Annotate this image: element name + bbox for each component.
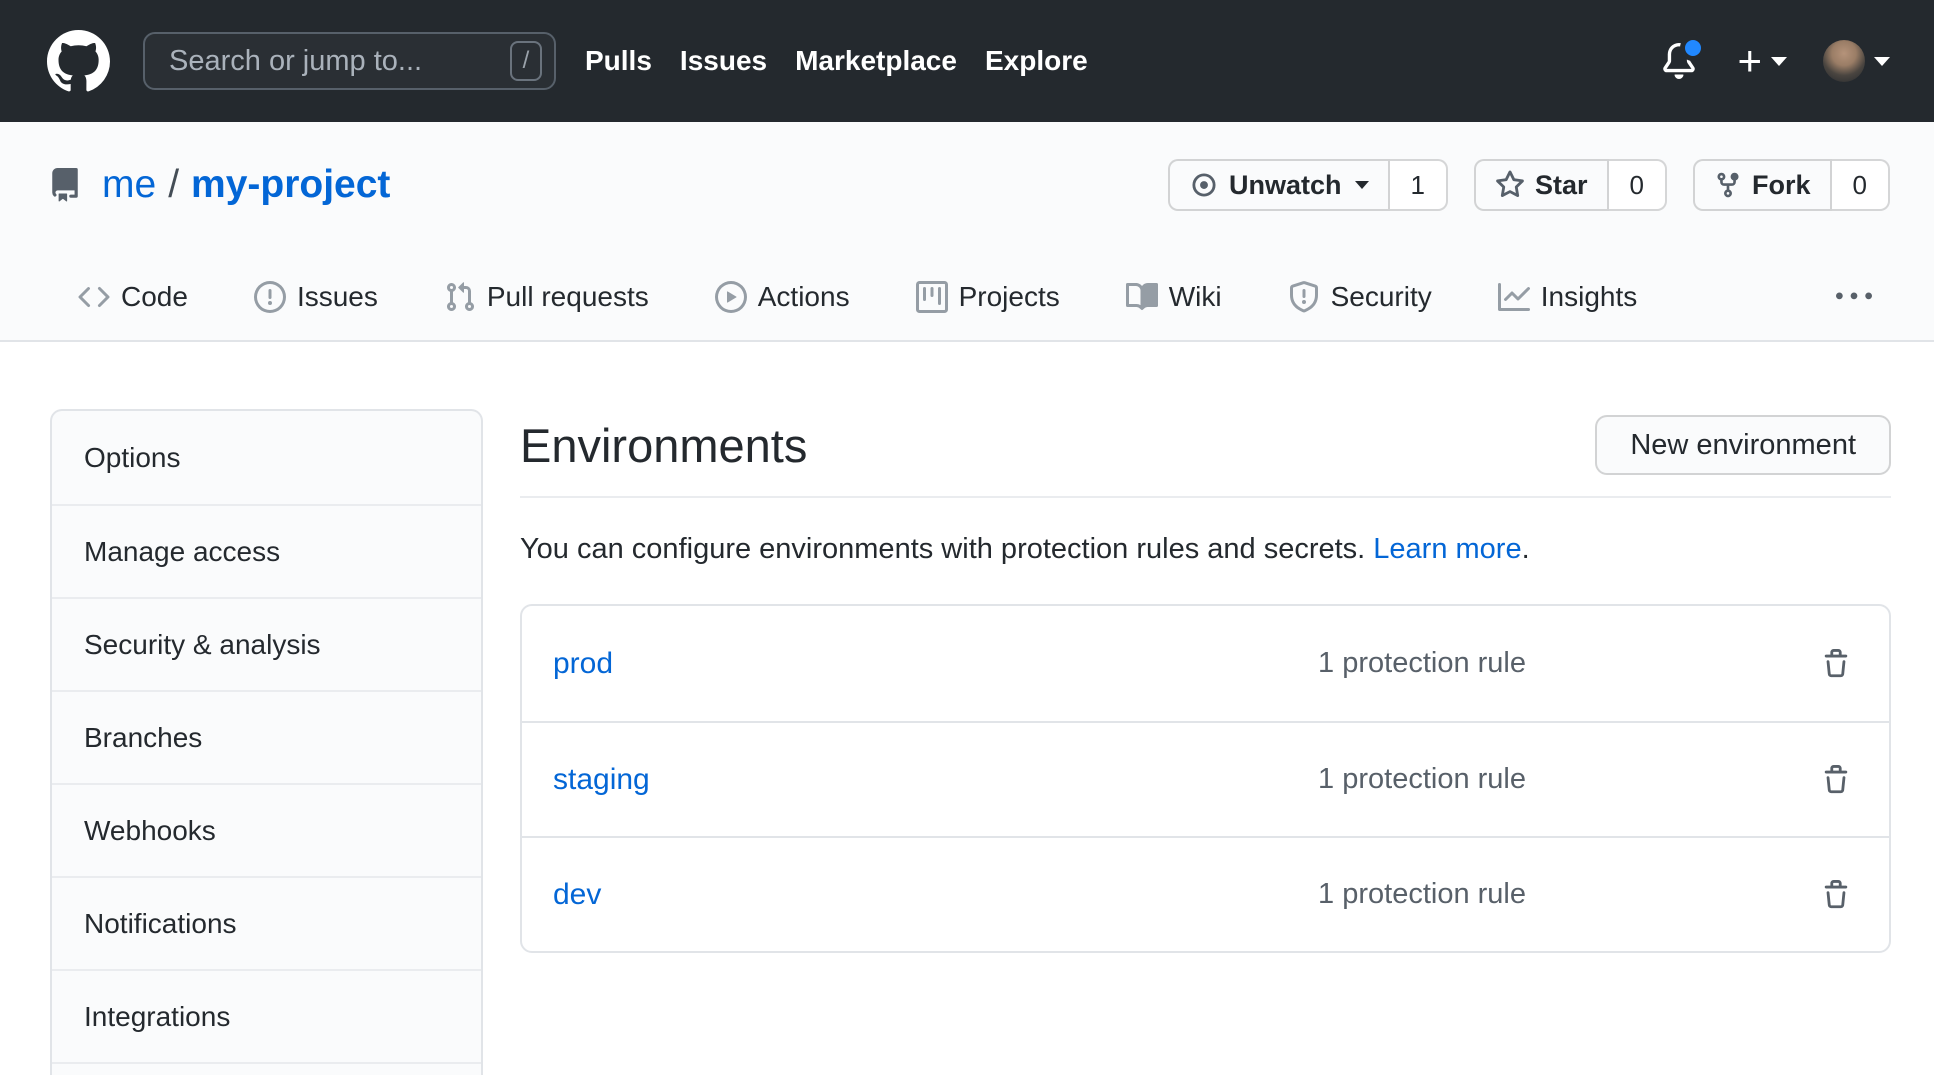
environments-list: prod 1 protection rule staging 1 protect… (520, 604, 1891, 953)
sidebar-item-security-analysis[interactable]: Security & analysis (52, 597, 481, 690)
sidebar-item-notifications[interactable]: Notifications (52, 876, 481, 969)
search-placeholder: Search or jump to... (169, 45, 510, 78)
sidebar-item-options[interactable]: Options (52, 411, 481, 504)
watch-button-group: Unwatch 1 (1168, 159, 1448, 211)
environment-link-dev[interactable]: dev (553, 878, 1318, 912)
fork-button[interactable]: Fork (1693, 159, 1832, 211)
protection-rule-count: 1 protection rule (1318, 647, 1526, 680)
sidebar-item-manage-access[interactable]: Manage access (52, 504, 481, 597)
fork-count[interactable]: 0 (1832, 159, 1890, 211)
tab-actions[interactable]: Actions (715, 281, 850, 313)
tab-security[interactable]: Security (1288, 281, 1432, 313)
star-count[interactable]: 0 (1609, 159, 1667, 211)
chevron-down-icon (1355, 181, 1369, 189)
notification-dot (1680, 35, 1706, 61)
sidebar-item-partial[interactable] (52, 1062, 481, 1075)
fork-button-group: Fork 0 (1693, 159, 1890, 211)
tab-wiki[interactable]: Wiki (1126, 281, 1222, 313)
issue-opened-icon (254, 281, 286, 313)
repo-owner-link[interactable]: me (102, 163, 156, 207)
eye-icon (1189, 170, 1219, 200)
nav-link-explore[interactable]: Explore (985, 45, 1088, 77)
nav-link-issues[interactable]: Issues (680, 45, 767, 77)
environment-link-prod[interactable]: prod (553, 647, 1318, 681)
protection-rule-count: 1 protection rule (1318, 878, 1526, 911)
learn-more-link[interactable]: Learn more (1373, 533, 1521, 565)
star-button[interactable]: Star (1474, 159, 1609, 211)
tab-pull-requests[interactable]: Pull requests (444, 281, 649, 313)
environment-row: dev 1 protection rule (522, 836, 1889, 951)
sidebar-item-integrations[interactable]: Integrations (52, 969, 481, 1062)
global-navbar: Search or jump to... / Pulls Issues Mark… (0, 0, 1934, 122)
trash-icon (1821, 649, 1851, 679)
code-icon (78, 281, 110, 313)
environment-row: staging 1 protection rule (522, 721, 1889, 836)
fork-icon (1714, 171, 1742, 199)
navbar-links: Pulls Issues Marketplace Explore (585, 45, 1088, 77)
unwatch-button[interactable]: Unwatch (1168, 159, 1390, 211)
github-logo-icon[interactable] (47, 30, 110, 93)
project-icon (916, 281, 948, 313)
tab-insights[interactable]: Insights (1498, 281, 1638, 313)
settings-content: Options Manage access Security & analysi… (0, 342, 1934, 1075)
title-divider (520, 496, 1891, 498)
chevron-down-icon (1771, 57, 1787, 66)
book-icon (1126, 281, 1158, 313)
breadcrumb: me / my-project (102, 163, 390, 207)
settings-sidebar: Options Manage access Security & analysi… (50, 409, 483, 1075)
tab-code[interactable]: Code (78, 281, 188, 313)
star-icon (1495, 170, 1525, 200)
protection-rule-count: 1 protection rule (1318, 763, 1526, 796)
search-input[interactable]: Search or jump to... / (143, 32, 556, 90)
plus-icon: + (1737, 40, 1762, 82)
create-new-button[interactable]: + (1737, 40, 1787, 82)
slash-shortcut-hint: / (510, 41, 542, 81)
repo-tabs: Code Issues Pull requests Actions Projec… (78, 274, 1890, 320)
nav-link-marketplace[interactable]: Marketplace (795, 45, 957, 77)
environments-description: You can configure environments with prot… (520, 534, 1891, 564)
page-title: Environments (520, 418, 807, 473)
kebab-menu-icon[interactable] (1836, 279, 1872, 315)
delete-environment-button[interactable] (1821, 649, 1851, 679)
new-environment-button[interactable]: New environment (1595, 415, 1891, 475)
chevron-down-icon (1874, 57, 1890, 66)
pull-request-icon (444, 281, 476, 313)
repo-icon (48, 168, 82, 202)
delete-environment-button[interactable] (1821, 880, 1851, 910)
watch-count[interactable]: 1 (1390, 159, 1448, 211)
sidebar-item-webhooks[interactable]: Webhooks (52, 783, 481, 876)
navbar-right-cluster: + (1661, 40, 1890, 82)
avatar (1823, 40, 1865, 82)
user-menu-button[interactable] (1823, 40, 1890, 82)
shield-icon (1288, 281, 1320, 313)
tab-projects[interactable]: Projects (916, 281, 1060, 313)
star-button-group: Star 0 (1474, 159, 1667, 211)
environment-link-staging[interactable]: staging (553, 763, 1318, 797)
breadcrumb-separator: / (168, 163, 179, 207)
sidebar-item-branches[interactable]: Branches (52, 690, 481, 783)
notifications-bell-icon[interactable] (1661, 43, 1697, 79)
graph-icon (1498, 281, 1530, 313)
environment-row: prod 1 protection rule (522, 606, 1889, 721)
trash-icon (1821, 765, 1851, 795)
tab-issues[interactable]: Issues (254, 281, 378, 313)
play-icon (715, 281, 747, 313)
delete-environment-button[interactable] (1821, 765, 1851, 795)
repo-name-link[interactable]: my-project (191, 163, 390, 207)
environments-panel: Environments New environment You can con… (520, 415, 1891, 1075)
repo-action-buttons: Unwatch 1 Star 0 Fork 0 (1168, 159, 1890, 211)
trash-icon (1821, 880, 1851, 910)
repo-pagehead: me / my-project Unwatch 1 Star 0 (0, 122, 1934, 342)
nav-link-pulls[interactable]: Pulls (585, 45, 652, 77)
